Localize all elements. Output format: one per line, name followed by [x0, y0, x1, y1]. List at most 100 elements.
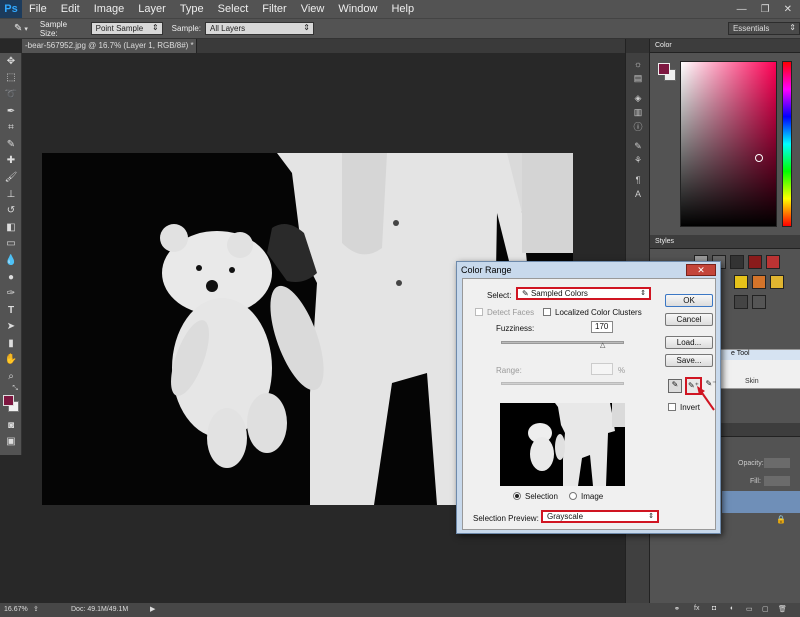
eraser-tool-icon[interactable]: ◧ — [0, 219, 22, 236]
preset-chevron-down-icon[interactable]: ▾ — [24, 25, 28, 33]
document-tab[interactable]: -bear-567952.jpg @ 16.7% (Layer 1, RGB/8… — [22, 39, 197, 53]
new-group-icon[interactable]: ▭ — [746, 605, 753, 613]
load-button[interactable]: Load... — [665, 336, 713, 349]
style-swatch[interactable] — [766, 255, 780, 269]
menu-image[interactable]: Image — [87, 0, 132, 18]
adjustment-layer-icon[interactable]: ◐ — [730, 605, 734, 612]
info-icon[interactable]: ⓘ — [626, 119, 650, 133]
photoshop-logo: Ps — [0, 0, 22, 18]
workspace-select[interactable]: Essentials — [727, 22, 800, 35]
image-radio[interactable] — [569, 492, 577, 500]
style-swatch[interactable] — [770, 275, 784, 289]
save-button[interactable]: Save... — [665, 354, 713, 367]
selected-layer-row[interactable] — [722, 491, 800, 513]
select-dropdown[interactable]: ✎ Sampled Colors ⇕ — [516, 287, 651, 300]
invert-checkbox[interactable] — [668, 403, 676, 411]
adjustments-icon[interactable]: ◈ — [626, 91, 650, 105]
fg-color-swatch[interactable] — [658, 63, 670, 75]
lasso-tool-icon[interactable]: ➰ — [0, 86, 22, 103]
restore-icon[interactable]: ❐ — [761, 4, 770, 15]
pen-tool-icon[interactable]: ✑ — [0, 285, 22, 302]
dodge-tool-icon[interactable]: ● — [0, 269, 22, 286]
localized-clusters-checkbox[interactable] — [543, 308, 551, 316]
swap-colors-icon[interactable]: ⤡ — [0, 385, 21, 395]
sample-select[interactable]: All Layers — [205, 22, 314, 35]
color-picker-field[interactable] — [680, 61, 777, 227]
style-swatch[interactable] — [752, 295, 766, 309]
opacity-input[interactable] — [764, 458, 790, 468]
menu-view[interactable]: View — [294, 0, 332, 18]
select-dropdown-value: Sampled Colors — [530, 289, 588, 298]
swatches-icon[interactable]: ▤ — [626, 71, 650, 85]
styles-panel-header[interactable]: Styles — [650, 235, 800, 249]
brush-tool-icon[interactable]: 🖌 — [0, 169, 22, 186]
foreground-color-swatch[interactable] — [3, 394, 14, 406]
brush-presets-icon[interactable]: ✎ — [626, 139, 650, 153]
status-export-icon[interactable]: ⇪ — [33, 605, 39, 613]
minimize-icon[interactable]: — — [737, 4, 747, 15]
path-selection-tool-icon[interactable]: ➤ — [0, 319, 22, 336]
quick-mask-icon[interactable]: ◙ — [0, 417, 22, 434]
clone-source-icon[interactable]: ⚘ — [626, 153, 650, 167]
link-layers-icon[interactable]: ⚭ — [674, 605, 680, 613]
layer-comps-icon[interactable]: ▥ — [626, 105, 650, 119]
delete-layer-icon[interactable]: 🗑 — [778, 605, 787, 613]
clone-stamp-tool-icon[interactable]: ⊥ — [0, 186, 22, 203]
paragraph-icon[interactable]: ¶ — [626, 173, 650, 187]
style-swatch[interactable] — [752, 275, 766, 289]
menu-edit[interactable]: Edit — [54, 0, 87, 18]
hue-slider[interactable] — [782, 61, 792, 227]
menu-window[interactable]: Window — [331, 0, 384, 18]
style-swatch[interactable] — [748, 255, 762, 269]
close-icon[interactable]: ✕ — [784, 4, 792, 15]
range-slider[interactable] — [501, 382, 624, 385]
menu-layer[interactable]: Layer — [131, 0, 173, 18]
new-layer-icon[interactable]: ▢ — [762, 605, 769, 613]
brightness-icon[interactable]: ☼ — [626, 57, 650, 71]
healing-brush-tool-icon[interactable]: ✚ — [0, 153, 22, 170]
selection-radio[interactable] — [513, 492, 521, 500]
detect-faces-checkbox[interactable] — [475, 308, 483, 316]
character-icon[interactable]: A — [626, 187, 650, 201]
eyedropper-button[interactable]: ✎ — [668, 379, 682, 393]
move-tool-icon[interactable]: ✥ — [0, 53, 22, 70]
range-input[interactable] — [591, 363, 613, 375]
menu-file[interactable]: File — [22, 0, 54, 18]
style-swatch[interactable] — [734, 295, 748, 309]
screen-mode-icon[interactable]: ▣ — [0, 433, 22, 450]
gradient-tool-icon[interactable]: ▭ — [0, 236, 22, 253]
history-brush-tool-icon[interactable]: ↺ — [0, 202, 22, 219]
shape-tool-icon[interactable]: ▮ — [0, 335, 22, 352]
type-tool-icon[interactable]: T — [0, 302, 22, 319]
select-label: Select: — [487, 291, 512, 300]
sample-size-select[interactable]: Point Sample — [90, 22, 163, 35]
eyedropper-tool-icon[interactable]: ✎ — [0, 136, 22, 153]
selection-preview-dropdown[interactable]: Grayscale ⇕ — [541, 510, 659, 523]
marquee-tool-icon[interactable]: ⬚ — [0, 70, 22, 87]
fuzziness-slider-handle[interactable]: △ — [600, 341, 605, 349]
zoom-tool-icon[interactable]: ⌕ — [0, 368, 22, 385]
eyedropper-preset-icon[interactable]: ✎ — [14, 23, 22, 34]
blur-tool-icon[interactable]: 💧 — [0, 252, 22, 269]
fuzziness-slider[interactable] — [501, 341, 624, 344]
menu-type[interactable]: Type — [173, 0, 211, 18]
menu-filter[interactable]: Filter — [255, 0, 293, 18]
fx-icon[interactable]: fx — [694, 605, 699, 612]
style-swatch[interactable] — [734, 275, 748, 289]
status-menu-arrow-icon[interactable]: ▶ — [150, 605, 155, 613]
zoom-level[interactable]: 16.67% — [4, 606, 28, 613]
fill-input[interactable] — [764, 476, 790, 486]
menu-help[interactable]: Help — [384, 0, 421, 18]
style-swatch[interactable] — [730, 255, 744, 269]
menu-select[interactable]: Select — [211, 0, 256, 18]
crop-tool-icon[interactable]: ⌗ — [0, 119, 22, 136]
ok-button[interactable]: OK — [665, 294, 713, 307]
add-mask-icon[interactable]: ◘ — [712, 605, 716, 612]
dialog-close-button[interactable]: ✕ — [686, 264, 716, 276]
fuzziness-input[interactable]: 170 — [591, 321, 613, 333]
quick-select-tool-icon[interactable]: ✒ — [0, 103, 22, 120]
selection-preview-thumbnail[interactable] — [500, 403, 625, 486]
color-panel-header[interactable]: Color — [650, 39, 800, 53]
hand-tool-icon[interactable]: ✋ — [0, 352, 22, 369]
cancel-button[interactable]: Cancel — [665, 313, 713, 326]
